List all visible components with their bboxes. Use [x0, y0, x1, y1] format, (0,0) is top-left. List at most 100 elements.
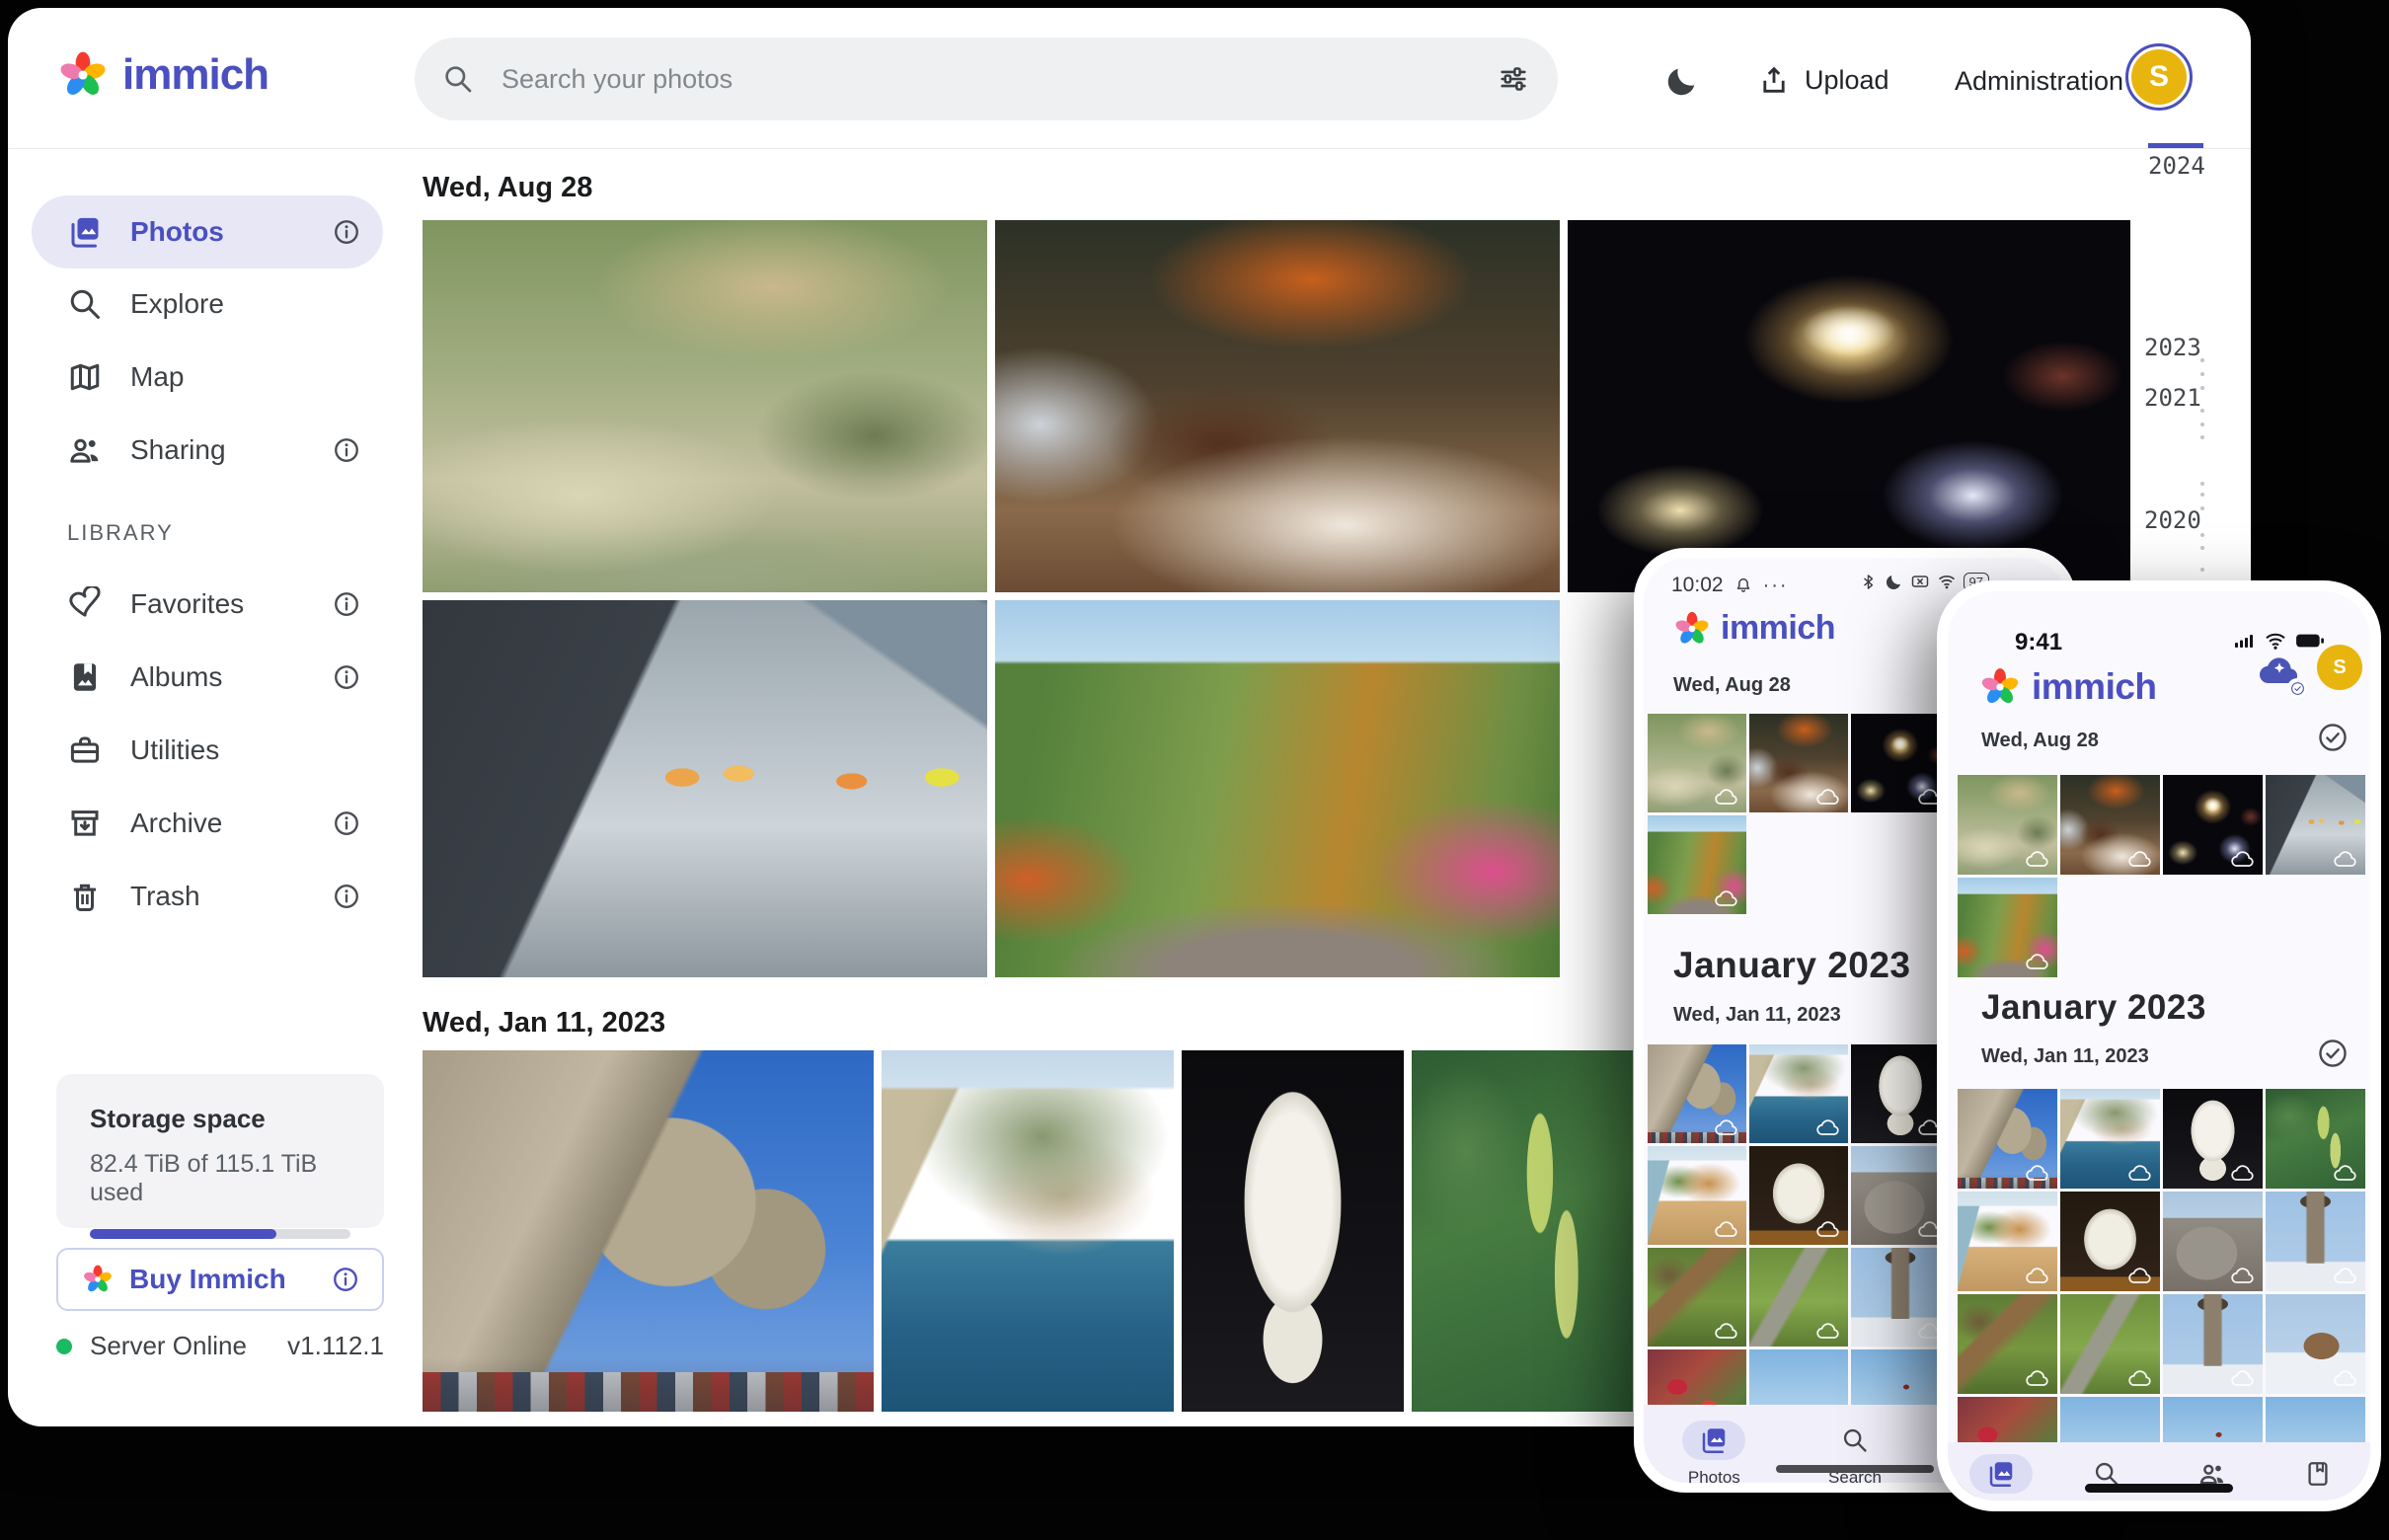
- photo-thumbnail-castle[interactable]: [1648, 1044, 1746, 1143]
- cloud-icon: [1714, 888, 1739, 908]
- photo-thumbnail-coastal-town[interactable]: [1749, 1044, 1848, 1143]
- photo-thumbnail-sculpture-bust[interactable]: [1182, 1050, 1404, 1412]
- wifi-icon: [1937, 572, 1957, 591]
- photo-thumbnail-winter-church[interactable]: [2163, 1294, 2263, 1394]
- photo-thumbnail-castle[interactable]: [1958, 1089, 2057, 1189]
- storage-title: Storage space: [90, 1104, 350, 1134]
- photo-thumbnail-lizard-2[interactable]: [1749, 1248, 1848, 1347]
- info-icon[interactable]: [332, 662, 361, 692]
- phone-nav-photos[interactable]: Photos: [1969, 1454, 2033, 1501]
- select-all-check-icon[interactable]: [2317, 1038, 2349, 1069]
- photo-thumbnail-monkeys[interactable]: [423, 220, 987, 592]
- phone2-status-right: [2232, 629, 2325, 653]
- photo-thumbnail-dinner[interactable]: [995, 220, 1560, 592]
- sidebar-item-trash[interactable]: Trash: [32, 860, 383, 933]
- photo-thumbnail-sculpture-bust[interactable]: [1851, 1044, 1950, 1143]
- user-avatar[interactable]: S: [2125, 43, 2193, 111]
- phone-nav-search[interactable]: Search: [1823, 1421, 1887, 1483]
- photo-thumbnail-lizard-2[interactable]: [2060, 1294, 2160, 1394]
- sidebar-item-utilities[interactable]: Utilities: [32, 714, 383, 787]
- cloud-icon: [2127, 1266, 2153, 1285]
- photo-thumbnail-winter-village[interactable]: [2266, 1192, 2365, 1291]
- photo-thumbnail-hands[interactable]: [2266, 775, 2365, 875]
- cloud-icon: [2333, 1163, 2358, 1183]
- photo-thumbnail-autumn-path[interactable]: [1958, 878, 2057, 977]
- tune-icon[interactable]: [1497, 62, 1530, 96]
- timeline-scrubber[interactable]: 2024 2023 2021 2020: [2130, 136, 2249, 610]
- timeline-year-2021[interactable]: 2021: [2144, 384, 2201, 412]
- timeline-year-2024[interactable]: 2024: [2148, 152, 2205, 180]
- theme-toggle-button[interactable]: [1664, 63, 1700, 99]
- photo-thumbnail-dinner[interactable]: [2060, 775, 2160, 875]
- photo-thumbnail-ruins[interactable]: [1851, 1146, 1950, 1245]
- sidebar-item-map[interactable]: Map: [32, 341, 383, 414]
- photo-thumbnail-rock-sculpture[interactable]: [2060, 1192, 2160, 1291]
- photo-thumbnail-sculpture-bust[interactable]: [2163, 1089, 2263, 1189]
- ellipsis-icon: ···: [1763, 575, 1789, 597]
- upload-button[interactable]: Upload: [1757, 63, 1889, 97]
- cloud-sync-icon[interactable]: [2256, 653, 2303, 694]
- marketing-composition: immich Upload Administration S Photos: [0, 0, 2389, 1540]
- administration-link[interactable]: Administration: [1955, 66, 2123, 97]
- photo-thumbnail-sea-grapes[interactable]: [2266, 1089, 2365, 1189]
- photo-thumbnail-beach-cliff[interactable]: [1958, 1192, 2057, 1291]
- timeline-year-2023[interactable]: 2023: [2144, 334, 2201, 361]
- timeline-year-2020[interactable]: 2020: [2144, 506, 2201, 534]
- phone-nav-search[interactable]: Search: [2075, 1454, 2138, 1501]
- info-icon[interactable]: [332, 435, 361, 465]
- date-header-jan11: Wed, Jan 11, 2023: [423, 1007, 665, 1040]
- info-icon[interactable]: [332, 808, 361, 838]
- sidebar-item-archive[interactable]: Archive: [32, 787, 383, 860]
- sidebar-item-albums[interactable]: Albums: [32, 641, 383, 714]
- buy-immich-button[interactable]: Buy Immich: [56, 1248, 384, 1311]
- info-icon[interactable]: [332, 882, 361, 911]
- phone-nav-sharing[interactable]: Sharing: [2181, 1454, 2244, 1501]
- info-icon[interactable]: [332, 589, 361, 619]
- cloud-icon: [1815, 1321, 1841, 1341]
- sidebar-item-favorites[interactable]: Favorites: [32, 568, 383, 641]
- administration-label: Administration: [1955, 66, 2123, 97]
- photo-thumbnail-fireworks[interactable]: [2163, 775, 2263, 875]
- search-input[interactable]: [500, 63, 1471, 96]
- photo-thumbnail-sea-grapes[interactable]: [1412, 1050, 1633, 1412]
- select-all-check-icon[interactable]: [2317, 722, 2349, 753]
- server-status-row: Server Online v1.112.1: [56, 1331, 384, 1361]
- info-icon[interactable]: [331, 1265, 360, 1294]
- photo-thumbnail-hands[interactable]: [423, 600, 987, 977]
- photo-thumbnail-coastal-town[interactable]: [2060, 1089, 2160, 1189]
- photo-thumbnail-ruins[interactable]: [2163, 1192, 2263, 1291]
- photo-thumbnail-fireworks[interactable]: [1851, 714, 1950, 812]
- photo-thumbnail-autumn-path[interactable]: [995, 600, 1560, 977]
- immich-flower-icon: [57, 49, 109, 101]
- photo-thumbnail-rock-sculpture[interactable]: [1749, 1146, 1848, 1245]
- photo-thumbnail-fireworks[interactable]: [1568, 220, 2130, 592]
- phone-nav-library[interactable]: Library: [2286, 1454, 2350, 1501]
- sidebar-item-sharing[interactable]: Sharing: [32, 414, 383, 487]
- photo-thumbnail-coastal-town[interactable]: [882, 1050, 1174, 1412]
- photo-thumbnail-lizard[interactable]: [1648, 1248, 1746, 1347]
- storage-progress-track: [90, 1229, 350, 1239]
- photo-thumbnail-autumn-path[interactable]: [1648, 815, 1746, 914]
- people-icon: [67, 432, 103, 468]
- search-icon: [442, 63, 474, 95]
- info-icon[interactable]: [332, 217, 361, 247]
- photo-thumbnail-castle[interactable]: [423, 1050, 874, 1412]
- photo-thumbnail-monkeys[interactable]: [1958, 775, 2057, 875]
- photos-icon: [1699, 1425, 1729, 1455]
- immich-flower-icon: [1979, 666, 2021, 708]
- photo-thumbnail-dinner[interactable]: [1749, 714, 1848, 812]
- photo-thumbnail-lizard[interactable]: [1958, 1294, 2057, 1394]
- phone-nav-photos[interactable]: Photos: [1682, 1421, 1745, 1483]
- photo-thumbnail-winter-village[interactable]: [1851, 1248, 1950, 1347]
- phone1-clock: 10:02: [1671, 574, 1724, 597]
- sidebar-item-photos[interactable]: Photos: [32, 195, 383, 269]
- photo-thumbnail-beach-cliff[interactable]: [1648, 1146, 1746, 1245]
- sidebar-item-explore[interactable]: Explore: [32, 268, 383, 341]
- photo-thumbnail-monkeys[interactable]: [1648, 714, 1746, 812]
- server-version: v1.112.1: [287, 1331, 384, 1361]
- app-logo[interactable]: immich: [57, 49, 269, 101]
- photo-thumbnail-snow-house[interactable]: [2266, 1294, 2365, 1394]
- cloud-icon: [2230, 1163, 2256, 1183]
- phone2-user-avatar[interactable]: S: [2317, 645, 2362, 690]
- search-bar[interactable]: [415, 38, 1558, 120]
